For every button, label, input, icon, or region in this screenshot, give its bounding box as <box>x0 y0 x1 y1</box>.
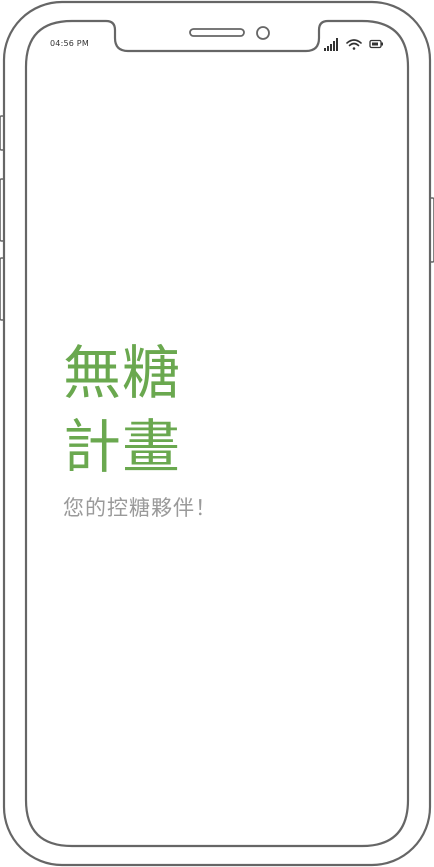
signal-icon <box>324 38 338 51</box>
battery-icon <box>369 39 383 49</box>
app-title-line-1: 無糖 <box>63 339 182 407</box>
app-tagline: 您的控糖夥伴！ <box>63 496 217 520</box>
app-title-line-2: 計畫 <box>63 413 182 481</box>
status-time: 04:56 PM <box>50 39 89 48</box>
wifi-icon <box>346 39 362 50</box>
status-icons <box>324 38 383 51</box>
